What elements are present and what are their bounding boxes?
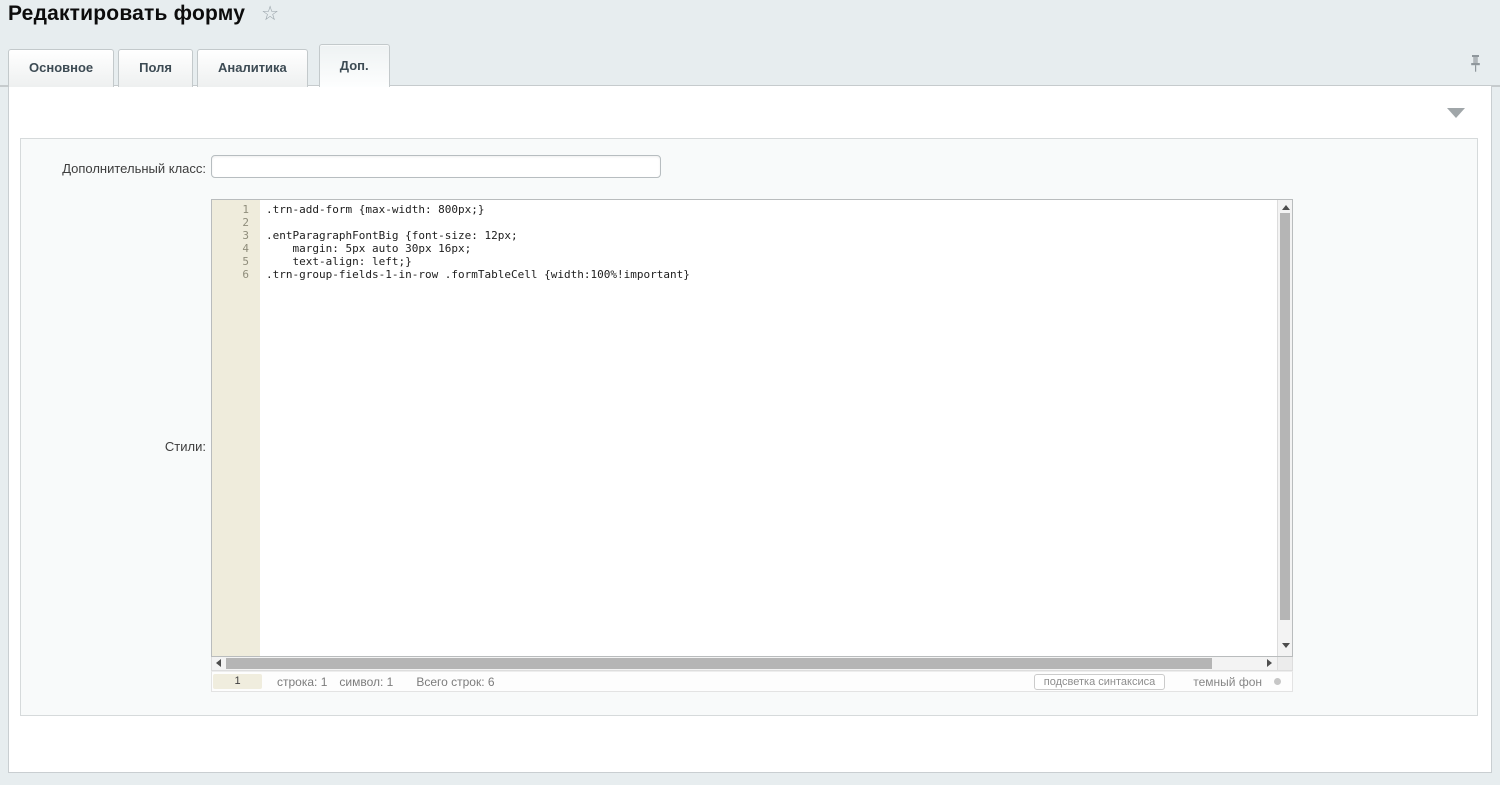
pin-icon-top[interactable] [1469,54,1482,78]
tab-4[interactable]: Доп. [319,44,390,87]
syntax-highlight-toggle[interactable]: подсветка синтаксиса [1034,674,1165,690]
line-number-gutter: 123456 [212,200,260,656]
styles-code-editor: 123456 .trn-add-form {max-width: 800px;}… [211,199,1293,692]
scroll-up-icon[interactable] [1278,201,1293,213]
scroll-down-icon[interactable] [1278,639,1293,651]
editor-status-bar: 1 строка: 1 символ: 1 Всего строк: 6 под… [211,671,1293,692]
tab-1[interactable]: Основное [8,49,114,87]
code-area: 123456 .trn-add-form {max-width: 800px;}… [211,199,1293,657]
additional-class-input[interactable] [211,155,661,178]
horizontal-scrollbar-row [211,657,1293,671]
line-number: 1 [212,203,260,216]
form-panel: Дополнительный класс: Стили: 123456 .trn… [8,86,1492,773]
tab-bar: ОсновноеПоляАналитика Доп. [8,44,394,87]
line-number: 2 [212,216,260,229]
dark-theme-toggle[interactable]: темный фон [1193,675,1262,689]
page: Редактировать форму ☆ ОсновноеПоляАналит… [0,0,1500,785]
dark-theme-toggle-dot[interactable] [1274,678,1281,685]
line-number: 6 [212,268,260,281]
scrollbar-corner [1278,657,1293,671]
tab-2[interactable]: Поля [118,49,193,87]
horizontal-scrollbar[interactable] [211,657,1278,671]
page-title: Редактировать форму [8,2,245,26]
pushpin-icon [1469,54,1482,73]
favorite-star-icon[interactable]: ☆ [261,4,279,24]
status-char: символ: 1 [339,675,393,689]
form-fields-area: Дополнительный класс: Стили: 123456 .trn… [20,138,1478,716]
status-line: строка: 1 [277,675,327,689]
line-number: 3 [212,229,260,242]
page-header: Редактировать форму ☆ [8,2,279,26]
horizontal-scrollbar-thumb[interactable] [226,658,1212,669]
line-number: 5 [212,255,260,268]
tab-3[interactable]: Аналитика [197,49,308,87]
code-content[interactable]: .trn-add-form {max-width: 800px;} .entPa… [260,200,1276,656]
vertical-scrollbar-thumb[interactable] [1280,213,1290,620]
status-total-lines: Всего строк: 6 [416,675,494,689]
collapse-section-icon[interactable] [1447,108,1465,118]
styles-label: Стили: [21,439,206,454]
vertical-scrollbar[interactable] [1277,200,1292,656]
scroll-left-icon[interactable] [212,657,225,669]
scroll-right-icon[interactable] [1263,657,1276,669]
current-line-badge: 1 [213,674,262,689]
additional-class-label: Дополнительный класс: [21,161,206,176]
line-number: 4 [212,242,260,255]
